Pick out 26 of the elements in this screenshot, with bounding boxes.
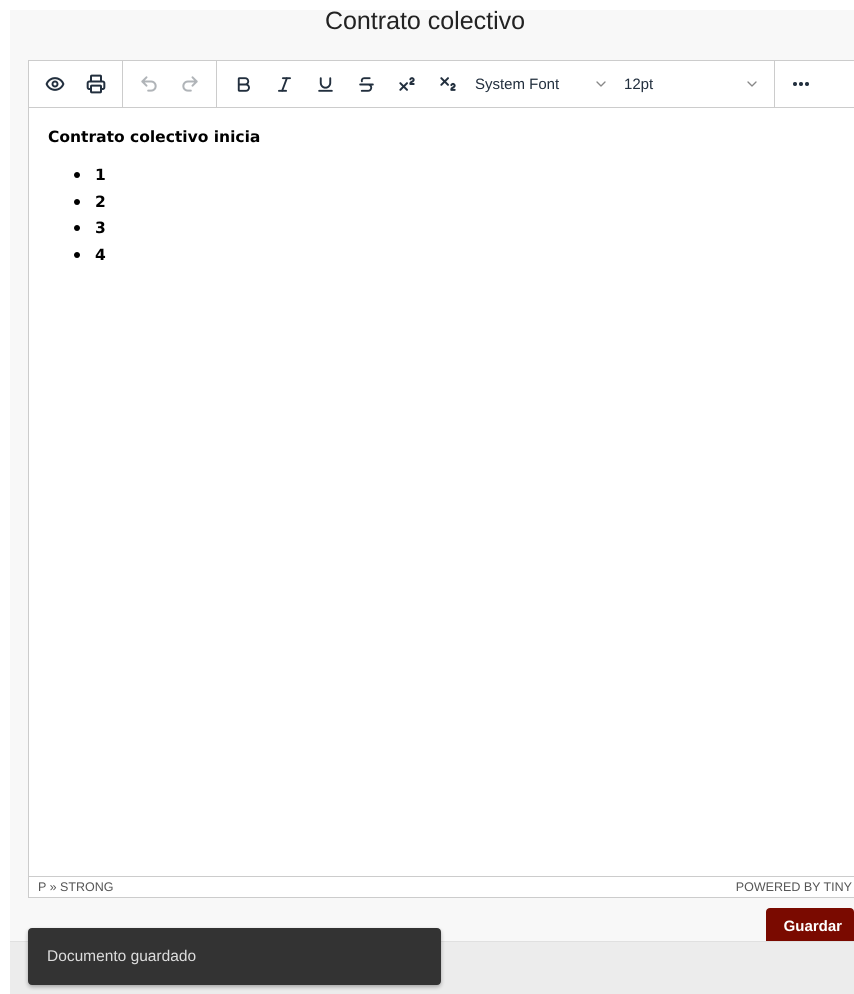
element-path: P » STRONG <box>38 880 114 894</box>
font-select[interactable]: System Font <box>469 67 617 101</box>
content-heading: Contrato colectivo inicia <box>48 128 262 146</box>
superscript-icon <box>397 74 417 94</box>
bullet-icon <box>74 225 80 232</box>
list-item-text: 2 <box>95 192 106 211</box>
more-icon <box>793 82 809 86</box>
bullet-icon <box>74 172 80 178</box>
save-button[interactable]: Guardar <box>766 908 854 941</box>
preview-icon <box>45 74 65 94</box>
print-icon <box>86 74 106 94</box>
editor-content[interactable]: Contrato colectivo inicia 1 2 3 4 <box>29 108 854 876</box>
undo-icon <box>139 74 159 94</box>
toast-message: Documento guardado <box>28 928 441 985</box>
underline-icon <box>316 74 334 94</box>
strikethrough-icon <box>356 74 376 94</box>
list-item-text: 4 <box>95 246 106 264</box>
bullet-icon <box>74 198 80 205</box>
page-title: Contrato colectivo <box>324 10 526 32</box>
size-select[interactable]: 12pt <box>618 67 768 101</box>
redo-icon <box>180 74 200 94</box>
branding-text: POWERED BY TINY <box>736 880 852 894</box>
bullet-icon <box>74 252 80 258</box>
subscript-icon <box>438 74 458 94</box>
list-item-text: 1 <box>95 166 106 184</box>
list-item-text: 3 <box>95 219 106 238</box>
